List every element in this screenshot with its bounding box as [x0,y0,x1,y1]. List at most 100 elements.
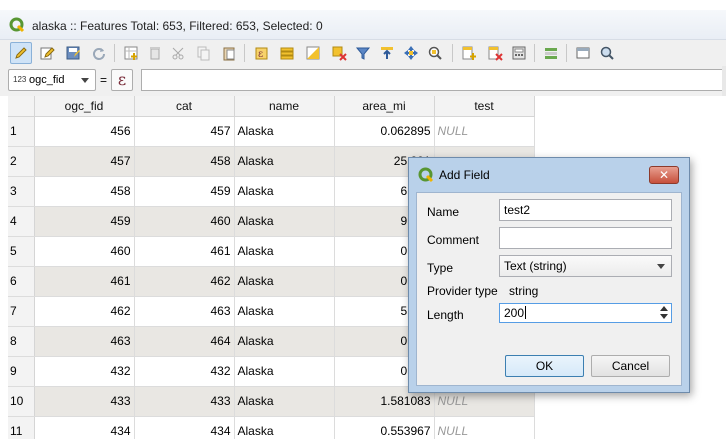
row-number[interactable]: 6 [8,266,35,297]
multi-edit-icon[interactable] [36,42,58,64]
delete-feature-icon[interactable] [144,42,166,64]
new-field-icon[interactable] [458,42,480,64]
expression-input[interactable] [141,69,726,91]
select-by-expression-icon[interactable]: ε [250,42,272,64]
row-number[interactable]: 7 [8,296,35,327]
field-calculator-icon[interactable] [508,42,530,64]
cell-name[interactable]: Alaska [234,116,335,147]
delete-field-icon[interactable] [484,42,506,64]
filter-selection-icon[interactable] [352,42,374,64]
cell-ogc-fid[interactable]: 459 [34,206,135,237]
row-number[interactable]: 1 [8,116,35,147]
cancel-button[interactable]: Cancel [591,355,670,377]
dock-icon[interactable] [572,42,594,64]
invert-selection-icon[interactable] [302,42,324,64]
reload-icon[interactable] [88,42,110,64]
table-row[interactable]: 1 456 457 Alaska 0.062895 NULL [8,116,726,147]
length-spinbox[interactable]: 200 [499,303,672,323]
expression-filter-row: 123 ogc_fid = ε [0,66,726,96]
cell-name[interactable]: Alaska [234,176,335,207]
row-number[interactable]: 9 [8,356,35,387]
save-edits-icon[interactable] [62,42,84,64]
type-select-value: Text (string) [504,259,567,273]
type-select[interactable]: Text (string) [499,255,672,277]
cell-cat[interactable]: 464 [134,326,235,357]
select-all-icon[interactable] [276,42,298,64]
row-number[interactable]: 5 [8,236,35,267]
column-header-ogc-fid[interactable]: ogc_fid [34,96,135,117]
add-feature-icon[interactable] [120,42,142,64]
cell-cat[interactable]: 460 [134,206,235,237]
cell-cat[interactable]: 458 [134,146,235,177]
row-number[interactable]: 10 [8,386,35,417]
cell-ogc-fid[interactable]: 458 [34,176,135,207]
row-number[interactable]: 4 [8,206,35,237]
spin-down-icon[interactable] [660,314,668,319]
cell-test[interactable]: NULL [434,416,535,439]
close-button[interactable]: ✕ [649,166,679,184]
zoom-to-selection-icon[interactable] [424,42,446,64]
row-number[interactable]: 2 [8,146,35,177]
cell-ogc-fid[interactable]: 462 [34,296,135,327]
cell-cat[interactable]: 433 [134,386,235,417]
conditional-formatting-icon[interactable] [540,42,562,64]
column-header-name[interactable]: name [234,96,335,117]
type-label: Type [427,261,454,275]
dialog-title-bar[interactable]: Add Field ✕ [409,158,689,192]
cell-cat[interactable]: 463 [134,296,235,327]
row-number[interactable]: 8 [8,326,35,357]
cell-ogc-fid[interactable]: 434 [34,416,135,439]
spin-arrows[interactable] [659,306,669,320]
name-field[interactable]: test2 [499,199,672,221]
cell-name[interactable]: Alaska [234,266,335,297]
cell-ogc-fid[interactable]: 456 [34,116,135,147]
actions-icon[interactable] [596,42,618,64]
row-number[interactable]: 11 [8,416,35,439]
cell-ogc-fid[interactable]: 460 [34,236,135,267]
expression-builder-button[interactable]: ε [111,69,133,91]
move-selection-to-top-icon[interactable] [376,42,398,64]
pan-to-selection-icon[interactable] [400,42,422,64]
cell-name[interactable]: Alaska [234,146,335,177]
cell-cat[interactable]: 459 [134,176,235,207]
spin-up-icon[interactable] [660,306,668,311]
comment-field[interactable] [499,227,672,249]
toggle-editing-icon[interactable] [10,42,32,64]
cell-ogc-fid[interactable]: 433 [34,386,135,417]
table-row[interactable]: 11 434 434 Alaska 0.553967 NULL [8,416,726,439]
attribute-toolbar: ε [0,40,726,66]
cell-ogc-fid[interactable]: 463 [34,326,135,357]
cell-ogc-fid[interactable]: 432 [34,356,135,387]
cell-name[interactable]: Alaska [234,236,335,267]
cell-name[interactable]: Alaska [234,296,335,327]
cell-name[interactable]: Alaska [234,356,335,387]
copy-icon[interactable] [192,42,214,64]
column-header-test[interactable]: test [434,96,535,117]
cell-test[interactable]: NULL [434,116,535,147]
cell-name[interactable]: Alaska [234,386,335,417]
cell-name[interactable]: Alaska [234,326,335,357]
cell-cat[interactable]: 457 [134,116,235,147]
cell-name[interactable]: Alaska [234,206,335,237]
row-number[interactable]: 3 [8,176,35,207]
provider-type-value: string [509,284,539,298]
column-header-area-mi[interactable]: area_mi [334,96,435,117]
cut-icon[interactable] [168,42,190,64]
paste-icon[interactable] [218,42,240,64]
cell-ogc-fid[interactable]: 457 [34,146,135,177]
table-empty-area [534,96,726,116]
cell-cat[interactable]: 432 [134,356,235,387]
field-selector[interactable]: 123 ogc_fid [8,69,96,91]
cell-cat[interactable]: 462 [134,266,235,297]
cell-cat[interactable]: 434 [134,416,235,439]
cell-area-mi[interactable]: 0.553967 [334,416,435,439]
deselect-all-icon[interactable] [328,42,350,64]
ok-button[interactable]: OK [505,355,584,377]
table-corner[interactable] [8,96,35,117]
length-label: Length [427,308,464,322]
column-header-cat[interactable]: cat [134,96,235,117]
cell-area-mi[interactable]: 0.062895 [334,116,435,147]
cell-ogc-fid[interactable]: 461 [34,266,135,297]
cell-name[interactable]: Alaska [234,416,335,439]
cell-cat[interactable]: 461 [134,236,235,267]
